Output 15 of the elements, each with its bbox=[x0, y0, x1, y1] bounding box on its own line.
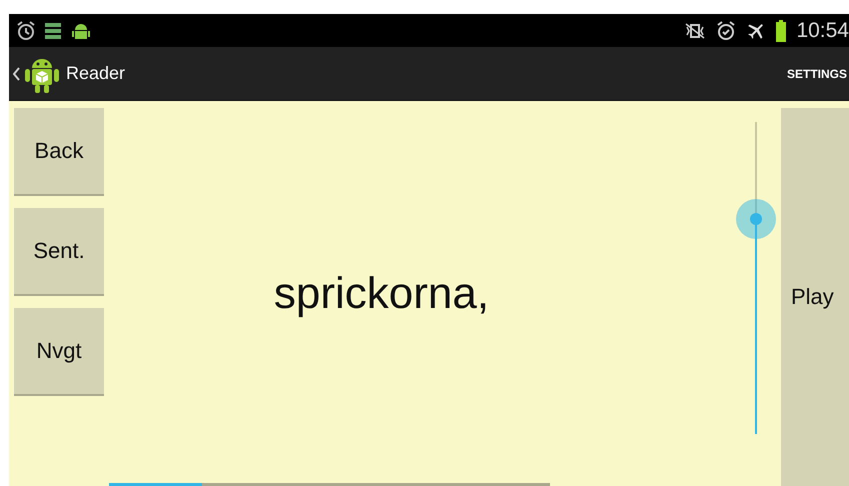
nav-button[interactable]: Nvgt bbox=[14, 308, 104, 396]
vibrate-mute-icon bbox=[684, 22, 706, 40]
battery-icon bbox=[776, 20, 786, 42]
alarm-clock-icon bbox=[17, 20, 35, 40]
nav-button[interactable]: Sent. bbox=[14, 208, 104, 296]
clock-time: 10:54 bbox=[796, 18, 849, 42]
play-button[interactable]: Play bbox=[781, 108, 849, 486]
app-title: Reader bbox=[66, 63, 126, 84]
alarm-clock-icon bbox=[716, 20, 736, 40]
storage-icon bbox=[45, 22, 61, 38]
current-word: sprickorna, bbox=[274, 268, 490, 318]
back-caret-icon[interactable] bbox=[13, 66, 20, 80]
settings-button[interactable]: SETTINGS bbox=[786, 66, 847, 80]
slider-thumb[interactable] bbox=[736, 198, 776, 239]
nav-button[interactable]: Back bbox=[14, 108, 104, 196]
